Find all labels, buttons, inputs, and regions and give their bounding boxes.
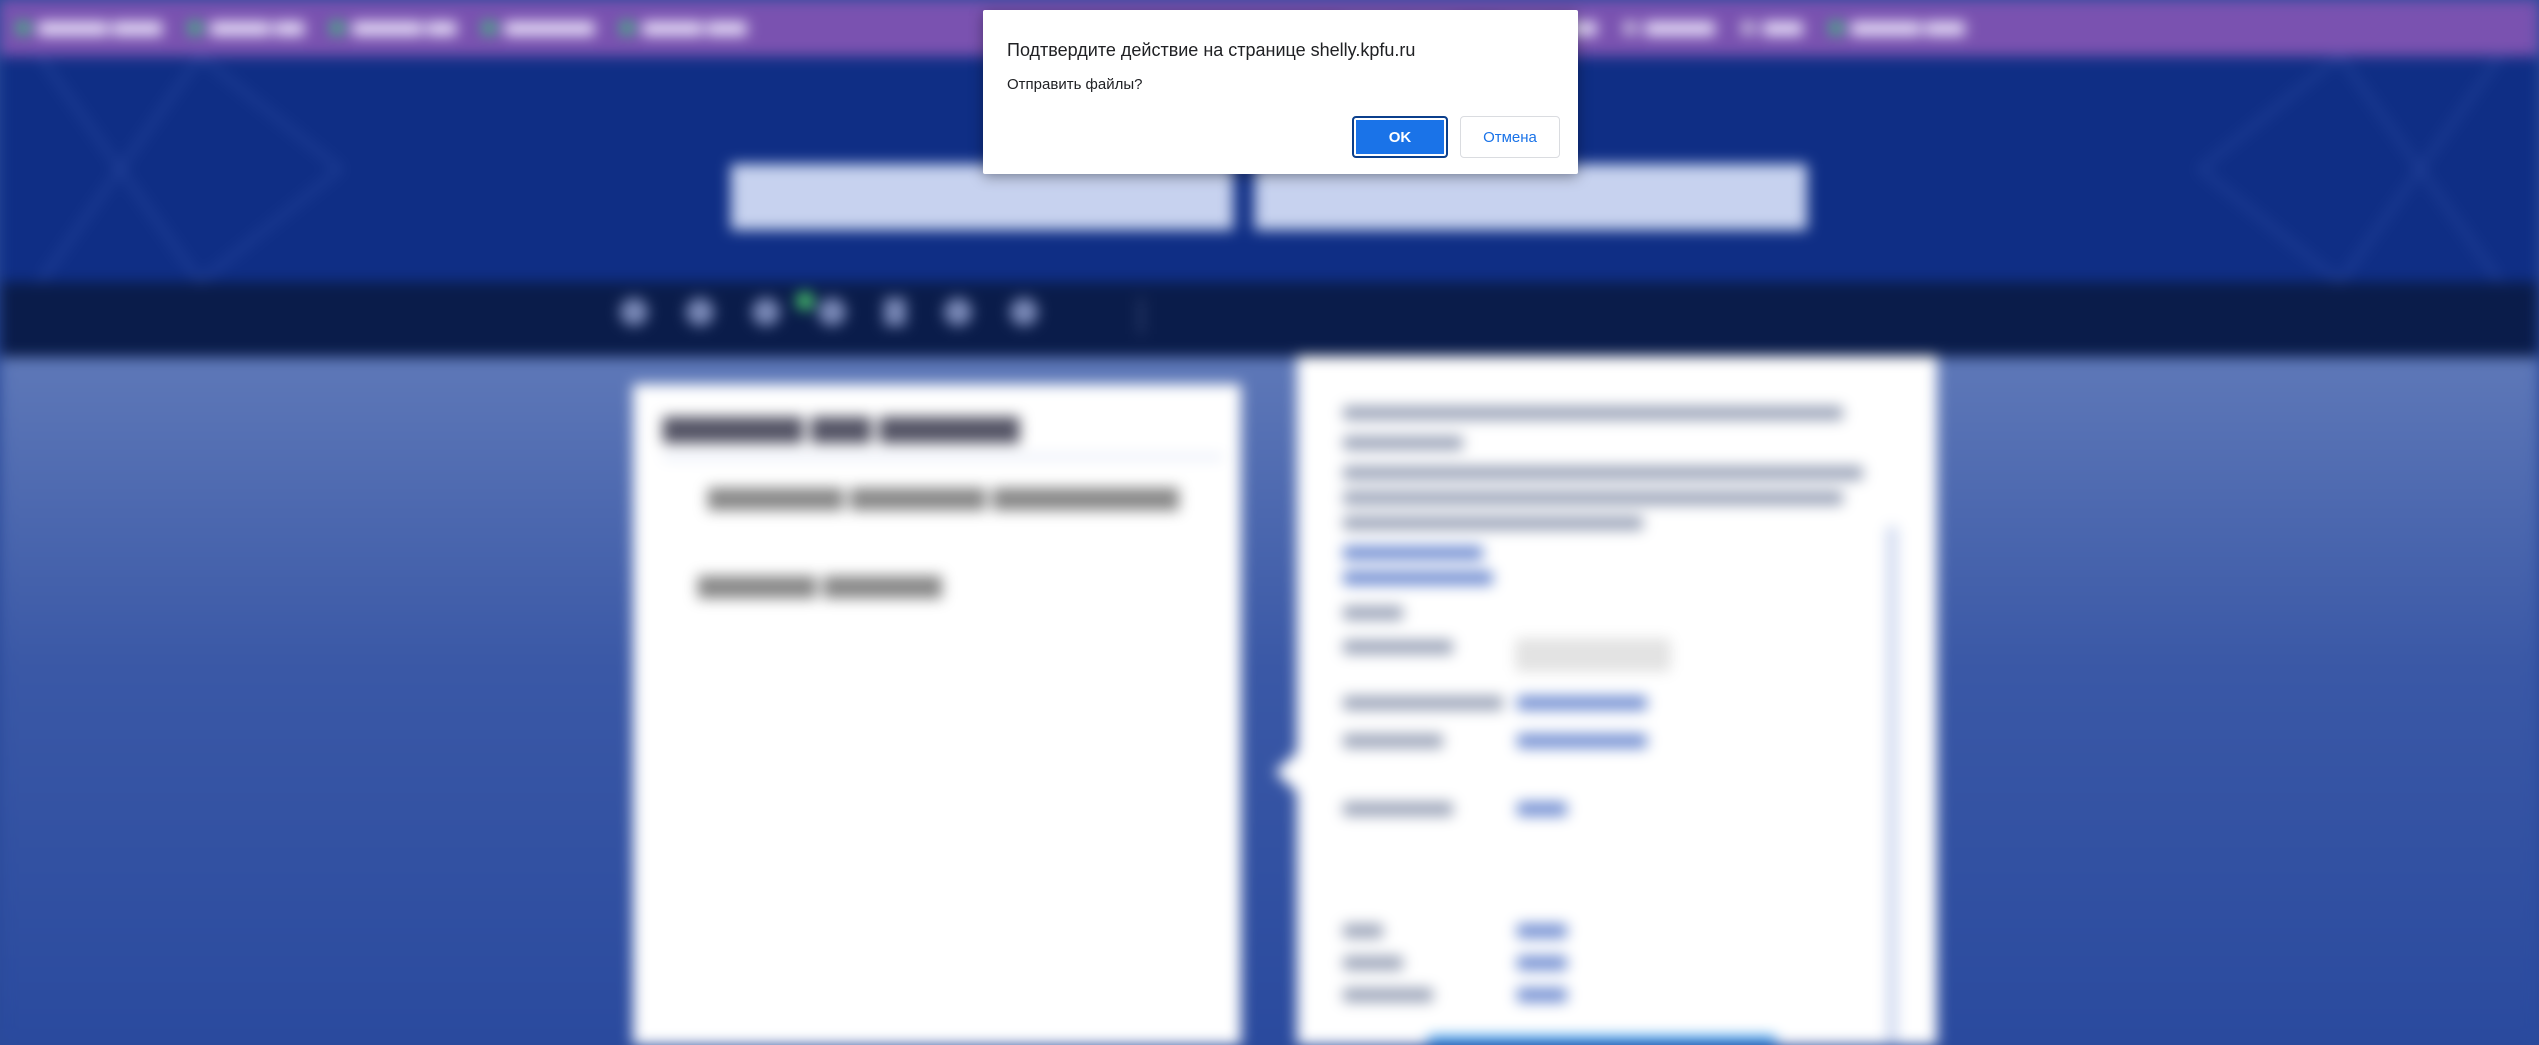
search-icon	[1010, 298, 1038, 326]
confirm-dialog: Подтвердите действие на странице shelly.…	[983, 10, 1578, 174]
left-panel-item: ▇▇▇▇▇▇▇▇ ▇▇▇▇▇▇▇▇ ▇▇▇▇▇▇▇▇▇▇▇	[708, 486, 1179, 511]
panel-pointer	[1275, 750, 1299, 794]
submit-button	[1427, 1036, 1777, 1045]
globe-icon	[944, 298, 972, 326]
left-panel-title: ▇▇▇▇▇▇▇ ▇▇▇ ▇▇▇▇▇▇▇	[663, 414, 1223, 458]
bookmark: ▇▇▇▇▇▇▇ ▇▇▇	[330, 21, 456, 36]
user-icon	[686, 298, 714, 326]
bookmark: ▇▇▇▇	[1740, 21, 1803, 36]
ok-button[interactable]: OK	[1352, 116, 1448, 158]
documents-icon	[884, 298, 906, 326]
dialog-title: Подтвердите действие на странице shelly.…	[1007, 40, 1416, 60]
bookmark: ▇▇▇▇▇▇▇ ▇▇▇▇	[1828, 21, 1965, 36]
bookmark: ▇▇▇▇▇▇▇▇▇	[482, 21, 594, 36]
settings-icon	[818, 298, 846, 326]
choose-file-button	[1517, 640, 1669, 670]
dialog-message: Отправить файлы?	[1007, 76, 1143, 93]
bookmark: ▇▇▇▇▇▇ ▇▇▇▇	[620, 21, 746, 36]
nav-divider	[1140, 298, 1142, 334]
bookmark: ▇▇▇▇▇▇▇	[1622, 21, 1715, 36]
bookmark: ▇▇▇▇▇▇▇ ▇▇▇▇▇	[16, 21, 162, 36]
left-panel-item: ▇▇▇▇▇▇▇ ▇▇▇▇▇▇▇	[698, 574, 942, 599]
dialog-buttons: OK Отмена	[1352, 116, 1560, 158]
right-panel	[1297, 356, 1937, 1045]
messages-icon	[752, 298, 780, 326]
content-background	[0, 357, 2539, 1045]
notification-badge	[796, 292, 814, 310]
bookmark: ▇▇▇▇▇▇ ▇▇▇	[188, 21, 304, 36]
left-panel: ▇▇▇▇▇▇▇ ▇▇▇ ▇▇▇▇▇▇▇ ▇▇▇▇▇▇▇▇ ▇▇▇▇▇▇▇▇ ▇▇…	[633, 384, 1241, 1045]
back-icon	[620, 298, 648, 326]
panel-scrollbar	[1887, 526, 1897, 1045]
top-navbar	[0, 282, 2539, 357]
cancel-button[interactable]: Отмена	[1460, 116, 1560, 158]
